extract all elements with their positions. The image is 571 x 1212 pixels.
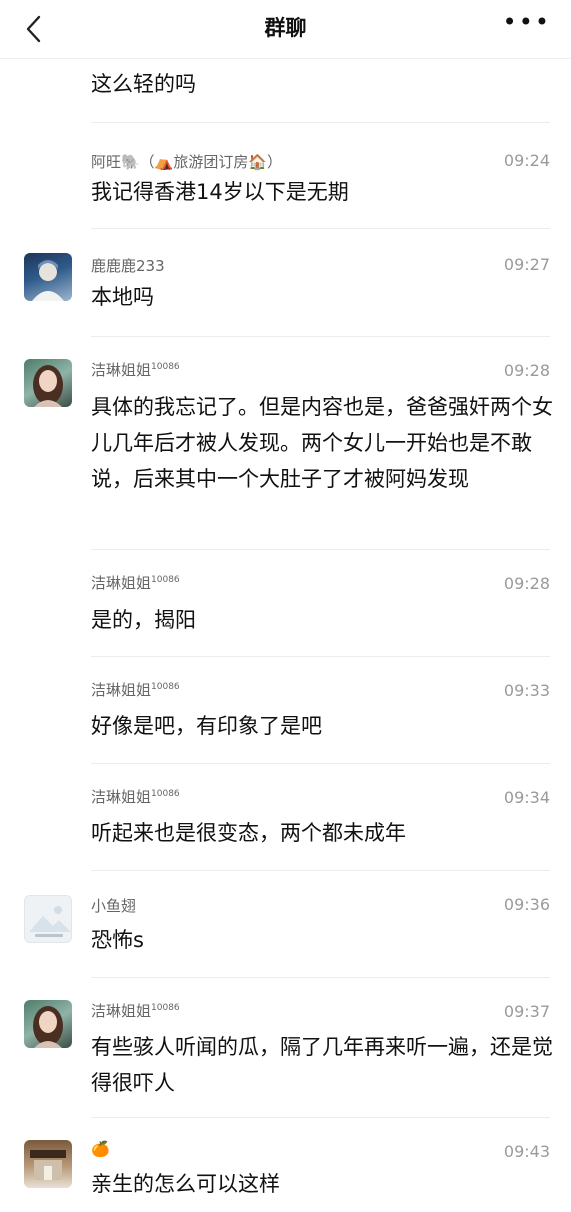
message-text: 是的，揭阳: [91, 608, 196, 632]
message-row[interactable]: 这么轻的吗: [0, 58, 571, 123]
message-row[interactable]: 洁琳姐姐10086 09:33 好像是吧，有印象了是吧: [0, 657, 571, 764]
message-list: 这么轻的吗 阿旺🐘（⛺旅游团订房🏠） 09:24 我记得香港14岁以下是无期 鹿…: [0, 58, 571, 1209]
image-placeholder-icon: [29, 906, 71, 937]
message-row[interactable]: 阿旺🐘（⛺旅游团订房🏠） 09:24 我记得香港14岁以下是无期: [0, 123, 571, 229]
message-text: 亲生的怎么可以这样: [91, 1172, 280, 1196]
message-time: 09:37: [503, 1002, 550, 1021]
avatar[interactable]: [24, 1140, 72, 1188]
avatar-portrait-icon: [33, 365, 63, 407]
sender-name: 鹿鹿鹿233: [91, 257, 165, 275]
top-bar: 群聊 •••: [0, 0, 571, 59]
message-text: 恐怖s: [91, 928, 144, 952]
message-time: 09:24: [503, 151, 550, 170]
avatar-portrait-icon: [33, 1006, 63, 1048]
message-row[interactable]: 小鱼翅 09:36 恐怖s: [0, 871, 571, 978]
avatar-storefront-icon: [30, 1150, 66, 1180]
message-row[interactable]: 🍊 09:43 亲生的怎么可以这样: [0, 1118, 571, 1209]
more-button[interactable]: •••: [503, 8, 551, 36]
message-time: 09:27: [503, 255, 550, 274]
page-title: 群聊: [264, 16, 307, 40]
sender-name: 洁琳姐姐10086: [91, 788, 180, 806]
message-row[interactable]: 洁琳姐姐10086 09:28 是的，揭阳: [0, 550, 571, 657]
avatar[interactable]: [24, 1000, 72, 1048]
message-time: 09:43: [503, 1142, 550, 1161]
message-text: 听起来也是很变态，两个都未成年: [91, 821, 406, 845]
message-time: 09:34: [503, 788, 550, 807]
sender-name: 洁琳姐姐10086: [91, 361, 180, 379]
message-text: 本地吗: [91, 285, 154, 309]
sender-name: 小鱼翅: [91, 897, 137, 915]
sender-name: 阿旺🐘（⛺旅游团订房🏠）: [91, 153, 283, 171]
message-text: 这么轻的吗: [91, 72, 196, 96]
avatar[interactable]: [24, 359, 72, 407]
message-row[interactable]: 洁琳姐姐10086 09:34 听起来也是很变态，两个都未成年: [0, 764, 571, 871]
message-row[interactable]: 洁琳姐姐10086 09:28 具体的我忘记了。但是内容也是，爸爸强奸两个女儿几…: [0, 337, 571, 550]
avatar[interactable]: [24, 895, 72, 943]
message-text: 我记得香港14岁以下是无期: [91, 180, 349, 204]
avatar-portrait-icon: [32, 260, 64, 301]
message-text: 具体的我忘记了。但是内容也是，爸爸强奸两个女儿几年后才被人发现。两个女儿一开始也…: [91, 395, 553, 491]
message-row[interactable]: 鹿鹿鹿233 09:27 本地吗: [0, 229, 571, 337]
sender-name: 洁琳姐姐10086: [91, 681, 180, 699]
message-time: 09:28: [503, 574, 550, 593]
message-time: 09:33: [503, 681, 550, 700]
message-text: 好像是吧，有印象了是吧: [91, 714, 322, 738]
message-row[interactable]: 洁琳姐姐10086 09:37 有些骇人听闻的瓜，隔了几年再来听一遍，还是觉得很…: [0, 978, 571, 1118]
message-text: 有些骇人听闻的瓜，隔了几年再来听一遍，还是觉得很吓人: [91, 1035, 553, 1095]
message-time: 09:28: [503, 361, 550, 380]
sender-name: 洁琳姐姐10086: [91, 574, 180, 592]
avatar[interactable]: [24, 253, 72, 301]
sender-name: 洁琳姐姐10086: [91, 1002, 180, 1020]
message-time: 09:36: [503, 895, 550, 914]
sender-name: 🍊: [91, 1140, 110, 1158]
